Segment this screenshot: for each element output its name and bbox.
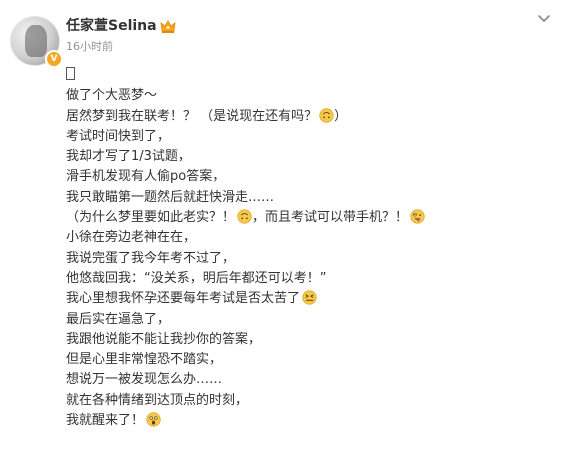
upside-down-face-icon [319, 107, 334, 123]
post-line-text: 想说万一被发现怎么办…… [66, 372, 223, 388]
weibo-post: V 任家萱Selina 16小时前 做了个大恶梦～ 居然梦到我在联考！？ （是说现… [0, 0, 563, 461]
post-line-text: 我只敢瞄第一题然后就赶快滑走…… [66, 189, 275, 205]
post-line: 他悠哉回我：“没关系，明后年都还可以考！” [66, 269, 546, 289]
post-line-text: 我说完蛋了我今年考不过了， [66, 250, 236, 266]
post-line: 我说完蛋了我今年考不过了， [66, 249, 546, 269]
post-line: 我跟他说能不能让我抄你的答案， [66, 330, 546, 350]
post-line: 我却才写了1/3试题， [66, 147, 546, 167]
post-line-text: 最后实在逼急了， [66, 311, 171, 327]
post-line: 想说万一被发现怎么办…… [66, 370, 546, 390]
upside-down-face-icon [237, 209, 252, 224]
post-line-text: 滑手机发现有人偷po答案， [66, 169, 226, 185]
post-line-text: 小徐在旁边老神在在， [66, 230, 197, 246]
post-line: （为什么梦里要如此老实？！ ，而且考试可以带手机？！ [66, 208, 546, 228]
post-line-text-after: ，而且考试可以带手机？！ [252, 210, 409, 226]
author-row: 任家萱Selina [66, 17, 176, 35]
missing-glyph-icon [66, 67, 75, 80]
post-line: 我心里想我怀孕还要每年考试是否太苦了 [66, 289, 546, 309]
post-line-text: 我跟他说能不能让我抄你的答案， [66, 331, 262, 347]
post-line: 最后实在逼急了， [66, 310, 546, 330]
post-line-text: 考试时间快到了， [66, 128, 171, 144]
post-line: 但是心里非常惶恐不踏实， [66, 350, 546, 370]
post-line-text-after: ） [334, 108, 348, 124]
post-line-text: 但是心里非常惶恐不踏实， [66, 352, 223, 368]
post-line-text: 我就醒来了！ [66, 413, 145, 429]
post-line: 我只敢瞄第一题然后就赶快滑走…… [66, 188, 546, 208]
crown-icon [160, 19, 176, 33]
username[interactable]: 任家萱Selina [66, 17, 157, 35]
post-timestamp[interactable]: 16小时前 [66, 40, 113, 54]
post-line: 考试时间快到了， [66, 127, 546, 147]
post-line-text: 做了个大恶梦～ [66, 88, 158, 104]
post-line: 滑手机发现有人偷po答案， [66, 167, 546, 187]
confounded-face-icon [302, 290, 317, 305]
post-line: 做了个大恶梦～ [66, 86, 546, 106]
post-line-text: 就在各种情绪到达顶点的时刻， [66, 392, 249, 408]
post-line-text: （为什么梦里要如此老实？！ [66, 210, 236, 226]
post-line: 小徐在旁边老神在在， [66, 228, 546, 248]
post-line: 就在各种情绪到达顶点的时刻， [66, 391, 546, 411]
post-line [66, 66, 546, 86]
zany-face-icon [410, 209, 425, 224]
avatar-photo [25, 25, 47, 57]
post-line-text: 我却才写了1/3试题， [66, 149, 191, 165]
post-line-text: 居然梦到我在联考！？ （是说现在还有吗？ [66, 108, 318, 124]
post-line-text: 我心里想我怀孕还要每年考试是否太苦了 [66, 291, 301, 307]
post-line: 居然梦到我在联考！？ （是说现在还有吗？ ） [66, 107, 546, 127]
verified-badge-icon: V [45, 50, 63, 68]
screaming-face-icon [146, 412, 161, 427]
chevron-down-icon[interactable] [534, 8, 554, 28]
post-line-text: 他悠哉回我：“没关系，明后年都还可以考！” [66, 270, 327, 286]
post-content: 做了个大恶梦～ 居然梦到我在联考！？ （是说现在还有吗？ ） 考试时间快到了， 我却才写… [66, 66, 546, 431]
post-line: 我就醒来了！ [66, 411, 546, 431]
